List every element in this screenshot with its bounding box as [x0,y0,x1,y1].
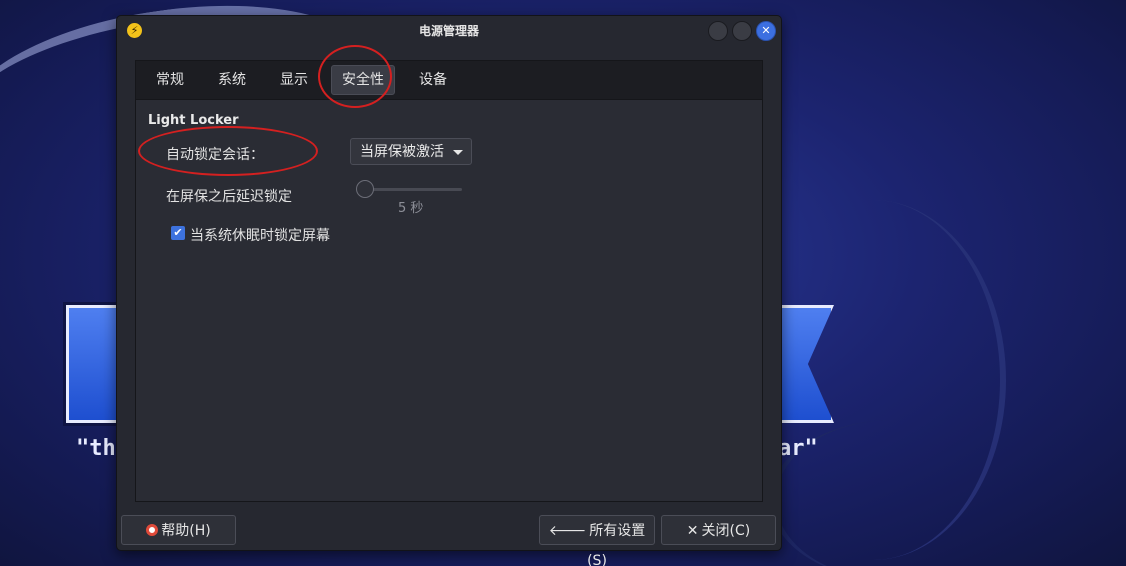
delay-value: 5 秒 [398,201,424,216]
annotation-circle-security-tab [318,45,392,108]
tab-display[interactable]: 显示 [270,66,318,94]
delay-label: 在屏保之后延迟锁定 [166,189,292,205]
all-settings-label: 所有设置(S) [587,523,646,566]
close-button[interactable]: ✕ [756,21,776,41]
lifebuoy-icon [146,524,159,536]
power-manager-window: ⚡ 电源管理器 ✕ 常规 系统 显示 安全性 设备 Light Locker 自… [116,15,782,566]
all-settings-button[interactable]: 🡐 所有设置(S) [539,515,655,566]
tab-system[interactable]: 系统 [208,66,256,94]
lock-on-sleep-label[interactable]: 当系统休眠时锁定屏幕 [190,225,330,245]
close-icon: ✕ [686,523,699,539]
window-title: 电源管理器 [418,24,479,38]
tab-general[interactable]: 常规 [146,66,194,94]
close-dialog-label: 关闭(C) [701,523,751,539]
lock-on-sleep-checkbox[interactable]: ✔ [171,226,185,240]
auto-lock-dropdown[interactable]: 当屏保被激活 [350,138,472,165]
tab-bar: 常规 系统 显示 安全性 设备 [136,61,762,100]
maximize-button[interactable] [732,21,752,41]
help-button[interactable]: 帮助(H) [121,515,236,545]
desktop-slogan-right: ar" [778,436,818,461]
annotation-circle-auto-lock [138,126,318,176]
delay-slider-track[interactable] [366,188,462,191]
minimize-button[interactable] [708,21,728,41]
checkmark-icon: ✔ [173,226,183,239]
close-dialog-button[interactable]: ✕ 关闭(C) [661,515,776,545]
delay-slider-handle[interactable] [356,180,374,198]
auto-lock-value: 当屏保被激活 [360,144,444,160]
chevron-down-icon [453,150,463,155]
close-icon: ✕ [761,24,771,37]
desktop-slogan-left: "th [76,436,116,461]
arrow-left-icon: 🡐 [548,523,587,539]
tab-devices[interactable]: 设备 [409,66,457,94]
help-button-label: 帮助(H) [161,523,211,539]
titlebar[interactable]: ⚡ 电源管理器 ✕ [117,16,781,46]
